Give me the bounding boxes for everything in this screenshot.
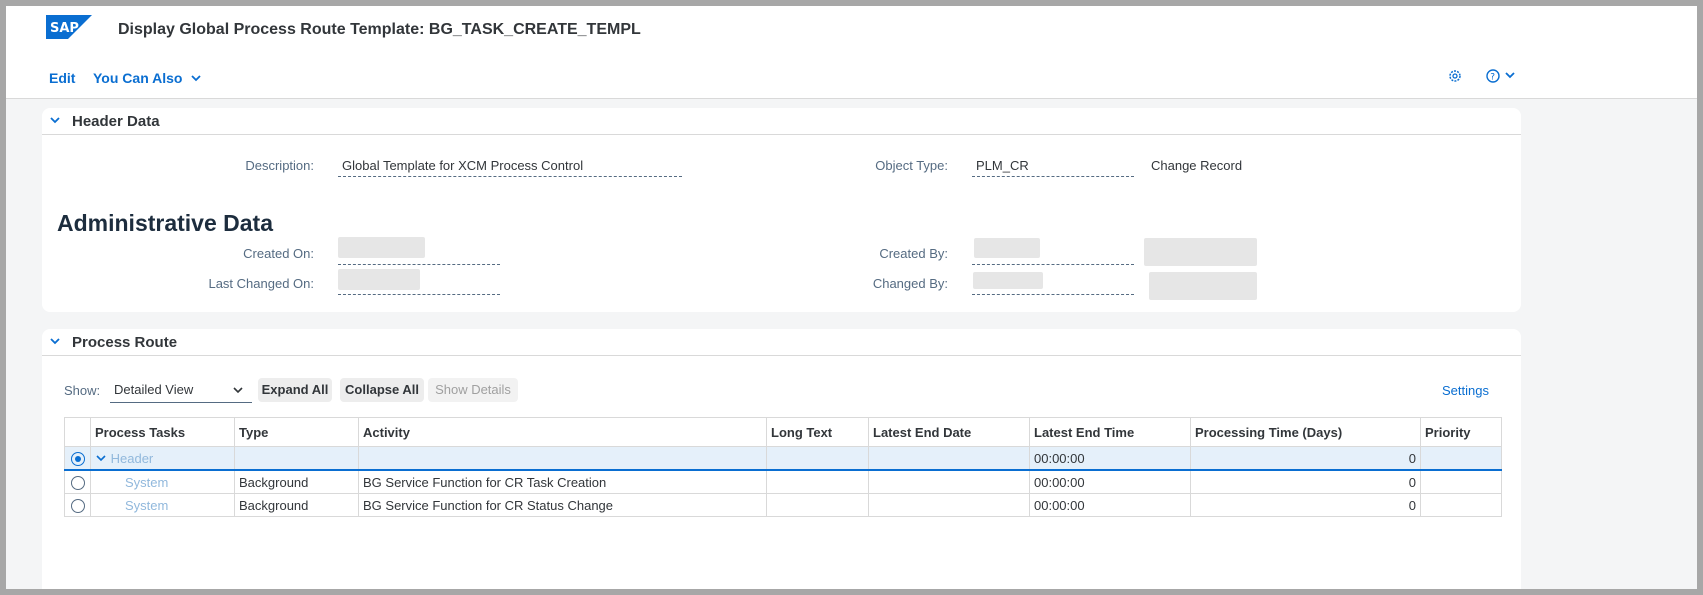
changed-by-name-redacted xyxy=(1149,272,1257,300)
table-row[interactable]: System Background BG Service Function fo… xyxy=(64,469,1502,494)
show-details-button[interactable]: Show Details xyxy=(428,378,518,402)
end-date-cell xyxy=(868,493,1030,517)
column-header[interactable]: Process Tasks xyxy=(90,417,235,447)
table-header-row: Process Tasks Type Activity Long Text La… xyxy=(64,417,1502,447)
select-column-header xyxy=(64,417,91,447)
priority-cell xyxy=(1420,446,1502,471)
sap-logo[interactable]: SAP xyxy=(46,15,96,40)
type-cell xyxy=(234,446,359,471)
process-task-cell[interactable]: System xyxy=(90,469,235,494)
radio-selected-icon[interactable] xyxy=(70,451,85,466)
settings-link[interactable]: Settings xyxy=(1442,383,1489,398)
app-frame: SAP Display Global Process Route Templat… xyxy=(6,6,1697,589)
end-date-cell xyxy=(868,469,1030,494)
long-text-cell xyxy=(766,446,869,471)
activity-cell: BG Service Function for CR Task Creation xyxy=(358,469,767,494)
type-cell: Background xyxy=(234,469,359,494)
process-task-link[interactable]: System xyxy=(125,475,168,490)
expand-all-button[interactable]: Expand All xyxy=(258,378,332,402)
row-selector[interactable] xyxy=(64,446,91,471)
sap-logo-text: SAP xyxy=(50,21,79,36)
changed-by-label: Changed By: xyxy=(872,276,948,291)
priority-cell xyxy=(1420,493,1502,517)
end-time-cell: 00:00:00 xyxy=(1029,469,1191,494)
object-type-underline xyxy=(972,176,1134,177)
column-header[interactable]: Activity xyxy=(358,417,767,447)
end-time-cell: 00:00:00 xyxy=(1029,446,1191,471)
show-label: Show: xyxy=(64,383,101,398)
changed-by-value-redacted xyxy=(973,272,1043,289)
activity-cell: BG Service Function for CR Status Change xyxy=(358,493,767,517)
changed-by-underline xyxy=(972,294,1134,295)
administrative-data-heading: Administrative Data xyxy=(57,210,274,236)
column-header[interactable]: Long Text xyxy=(766,417,869,447)
edit-button[interactable]: Edit xyxy=(49,70,75,86)
help-menu-button[interactable]: ? xyxy=(1485,68,1519,89)
expand-chevron-icon[interactable] xyxy=(95,453,107,463)
end-date-cell xyxy=(868,446,1030,471)
created-on-underline xyxy=(338,264,500,265)
process-task-cell[interactable]: System xyxy=(90,493,235,517)
last-changed-on-value-redacted xyxy=(338,269,420,290)
header-data-title: Header Data xyxy=(72,113,160,130)
column-header[interactable]: Processing Time (Days) xyxy=(1190,417,1421,447)
created-by-underline xyxy=(972,264,1134,265)
you-can-also-label: You Can Also xyxy=(93,70,183,86)
column-header[interactable]: Priority xyxy=(1420,417,1502,447)
created-by-name-redacted xyxy=(1144,238,1257,266)
radio-unselected-icon[interactable] xyxy=(70,475,85,490)
table-row[interactable]: System Background BG Service Function fo… xyxy=(64,493,1502,517)
object-type-value[interactable]: PLM_CR xyxy=(976,158,1029,173)
priority-cell xyxy=(1420,469,1502,494)
radio-unselected-icon[interactable] xyxy=(70,498,85,513)
settings-gear-icon[interactable] xyxy=(1447,68,1463,89)
you-can-also-menu[interactable]: You Can Also xyxy=(93,70,202,86)
header-data-panel-header[interactable]: Header Data xyxy=(42,108,1521,135)
description-value[interactable]: Global Template for XCM Process Control xyxy=(342,158,583,173)
row-selector[interactable] xyxy=(64,469,91,494)
processing-time-cell: 0 xyxy=(1190,446,1421,471)
chevron-down-icon xyxy=(233,387,243,394)
last-changed-on-label: Last Changed On: xyxy=(208,276,314,291)
activity-cell xyxy=(358,446,767,471)
view-select[interactable]: Detailed View xyxy=(110,378,252,403)
created-by-label: Created By: xyxy=(879,246,948,261)
processing-time-cell: 0 xyxy=(1190,469,1421,494)
column-header[interactable]: Latest End Time xyxy=(1029,417,1191,447)
object-type-label: Object Type: xyxy=(875,158,948,173)
column-header[interactable]: Type xyxy=(234,417,359,447)
created-on-value-redacted xyxy=(338,237,425,258)
process-task-link[interactable]: Header xyxy=(111,451,154,466)
table-row[interactable]: Header 00:00:00 0 xyxy=(64,446,1502,471)
created-by-value-redacted xyxy=(974,238,1040,258)
process-route-table: Process Tasks Type Activity Long Text La… xyxy=(64,417,1502,517)
svg-text:?: ? xyxy=(1490,73,1495,83)
last-changed-on-underline xyxy=(338,294,500,295)
type-cell: Background xyxy=(234,493,359,517)
process-task-cell[interactable]: Header xyxy=(90,446,235,471)
row-selector[interactable] xyxy=(64,493,91,517)
created-on-label: Created On: xyxy=(243,246,314,261)
object-type-text: Change Record xyxy=(1151,158,1243,173)
long-text-cell xyxy=(766,493,869,517)
chevron-down-icon xyxy=(191,75,201,82)
process-route-title: Process Route xyxy=(72,334,178,351)
description-label: Description: xyxy=(245,158,314,173)
shell-bar: SAP Display Global Process Route Templat… xyxy=(6,6,1697,99)
process-route-panel-header[interactable]: Process Route xyxy=(42,329,1521,356)
description-underline xyxy=(338,176,682,177)
end-time-cell: 00:00:00 xyxy=(1029,493,1191,517)
long-text-cell xyxy=(766,469,869,494)
collapse-all-button[interactable]: Collapse All xyxy=(340,378,424,402)
collapse-chevron-icon[interactable] xyxy=(48,116,62,126)
column-header[interactable]: Latest End Date xyxy=(868,417,1030,447)
processing-time-cell: 0 xyxy=(1190,493,1421,517)
page-title: Display Global Process Route Template: B… xyxy=(118,21,641,38)
header-data-panel: Header Data Description: Global Template… xyxy=(42,108,1521,312)
view-select-value: Detailed View xyxy=(114,382,194,397)
process-task-link[interactable]: System xyxy=(125,498,168,513)
collapse-chevron-icon[interactable] xyxy=(48,337,62,347)
